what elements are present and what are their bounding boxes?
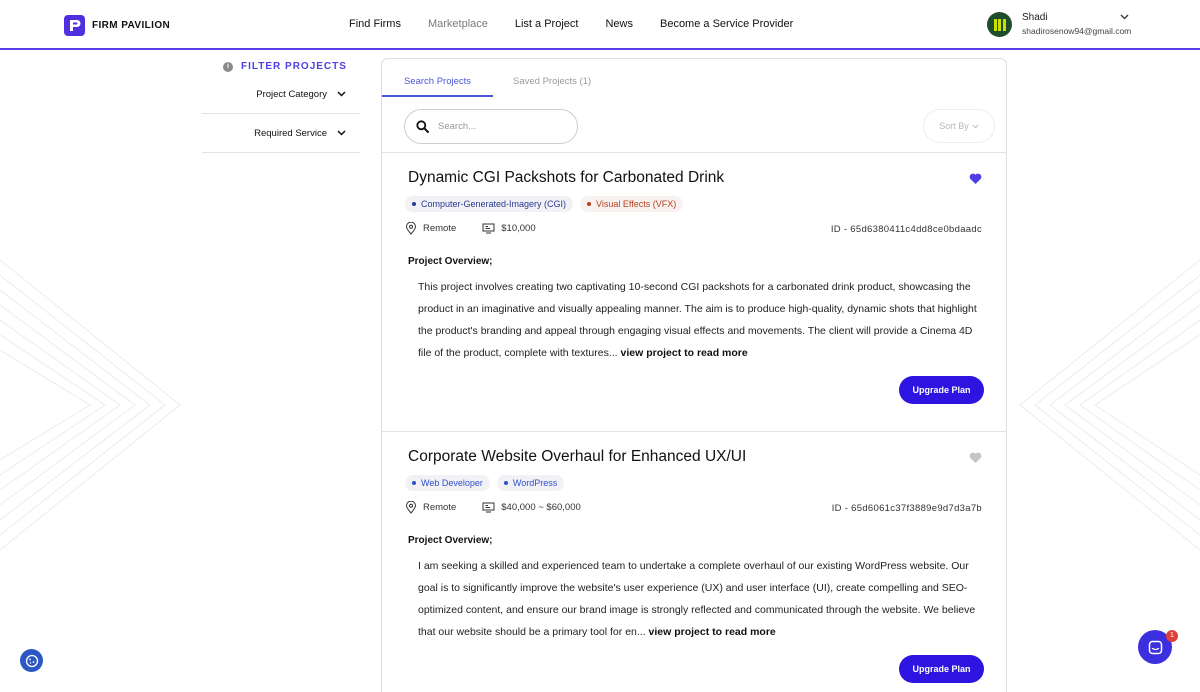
chevron-down-icon	[337, 130, 346, 136]
logo-text: FIRM PAVILION	[92, 20, 171, 31]
project-card: Corporate Website Overhaul for Enhanced …	[382, 432, 1006, 692]
tab-saved-projects[interactable]: Saved Projects (1)	[513, 59, 591, 97]
tab-search-projects[interactable]: Search Projects	[382, 59, 493, 97]
logo-icon	[64, 15, 85, 36]
money-icon	[482, 223, 495, 234]
money-icon	[482, 502, 495, 513]
avatar	[987, 12, 1012, 37]
upgrade-plan-button[interactable]: Upgrade Plan	[899, 655, 984, 683]
user-info: Shadi shadirosenow94@gmail.com	[1022, 12, 1131, 37]
tab-bar: Search Projects Saved Projects (1)	[382, 59, 1006, 97]
overview-label: Project Overview;	[408, 256, 493, 267]
project-card: Dynamic CGI Packshots for Carbonated Dri…	[382, 153, 1006, 432]
filter-project-category[interactable]: Project Category	[202, 75, 360, 114]
projects-panel: Search Projects Saved Projects (1) Sort …	[381, 58, 1007, 692]
filter-sidebar: i FILTER PROJECTS Project Category Requi…	[202, 58, 360, 153]
heart-icon[interactable]	[969, 173, 982, 185]
background-pattern-right	[1019, 259, 1200, 551]
tag: Computer-Generated-Imagery (CGI)	[405, 196, 574, 212]
filter-label: Required Service	[254, 127, 327, 139]
location-pin-icon	[405, 501, 417, 514]
read-more-link[interactable]: view project to read more	[621, 347, 748, 359]
info-icon: i	[223, 61, 233, 72]
cookie-icon	[25, 654, 38, 667]
project-description: This project involves creating two capti…	[418, 281, 977, 359]
chevron-down-icon[interactable]	[1120, 14, 1129, 20]
search-box[interactable]	[404, 109, 578, 144]
search-icon	[416, 120, 429, 133]
heart-icon[interactable]	[969, 452, 982, 464]
project-budget: $40,000 ~ $60,000	[501, 502, 581, 513]
filter-required-service[interactable]: Required Service	[202, 114, 360, 153]
nav-find-firms[interactable]: Find Firms	[349, 18, 401, 30]
read-more-link[interactable]: view project to read more	[649, 626, 776, 638]
upgrade-plan-button[interactable]: Upgrade Plan	[899, 376, 984, 404]
filter-label: Project Category	[256, 88, 327, 100]
project-title[interactable]: Dynamic CGI Packshots for Carbonated Dri…	[408, 169, 724, 187]
project-id: ID - 65d6380411c4dd8ce0bdaadc	[830, 224, 982, 235]
toolbar: Sort By	[382, 97, 1006, 153]
notification-badge: 1	[1166, 630, 1178, 642]
sort-by-button[interactable]: Sort By	[923, 109, 995, 143]
project-id: ID - 65d6061c37f3889e9d7d3a7b	[831, 503, 982, 514]
project-description: I am seeking a skilled and experienced t…	[418, 560, 976, 638]
background-pattern-left	[0, 259, 181, 551]
cookie-settings-button[interactable]	[20, 649, 43, 672]
filter-title: FILTER PROJECTS	[241, 61, 347, 72]
project-meta: Remote $10,000	[405, 222, 536, 235]
user-menu[interactable]: Shadi shadirosenow94@gmail.com	[987, 12, 1131, 37]
chevron-down-icon	[337, 91, 346, 97]
tag-list: Web Developer WordPress	[405, 475, 565, 491]
overview-label: Project Overview;	[408, 535, 493, 546]
search-input[interactable]	[438, 121, 558, 132]
project-location: Remote	[423, 502, 457, 513]
logo[interactable]: FIRM PAVILION	[64, 15, 170, 36]
nav-become-provider[interactable]: Become a Service Provider	[660, 18, 793, 30]
nav-news[interactable]: News	[605, 18, 633, 30]
main-nav: Find Firms Marketplace List a Project Ne…	[349, 18, 820, 30]
chat-icon	[1148, 640, 1162, 654]
user-name: Shadi	[1022, 12, 1048, 23]
nav-marketplace[interactable]: Marketplace	[428, 18, 488, 30]
nav-list-project[interactable]: List a Project	[515, 18, 579, 30]
tag: Web Developer	[405, 475, 490, 491]
tag: WordPress	[496, 475, 565, 491]
project-meta: Remote $40,000 ~ $60,000	[405, 501, 581, 514]
top-navbar: FIRM PAVILION Find Firms Marketplace Lis…	[0, 0, 1200, 50]
tag-list: Computer-Generated-Imagery (CGI) Visual …	[405, 196, 684, 212]
project-budget: $10,000	[501, 223, 536, 234]
location-pin-icon	[405, 222, 417, 235]
chevron-down-icon	[972, 124, 979, 128]
tag: Visual Effects (VFX)	[580, 196, 684, 212]
filter-header: i FILTER PROJECTS	[202, 58, 360, 75]
sort-label: Sort By	[939, 121, 969, 131]
project-title[interactable]: Corporate Website Overhaul for Enhanced …	[408, 448, 746, 466]
project-location: Remote	[423, 223, 457, 234]
user-email: shadirosenow94@gmail.com	[1022, 25, 1132, 36]
